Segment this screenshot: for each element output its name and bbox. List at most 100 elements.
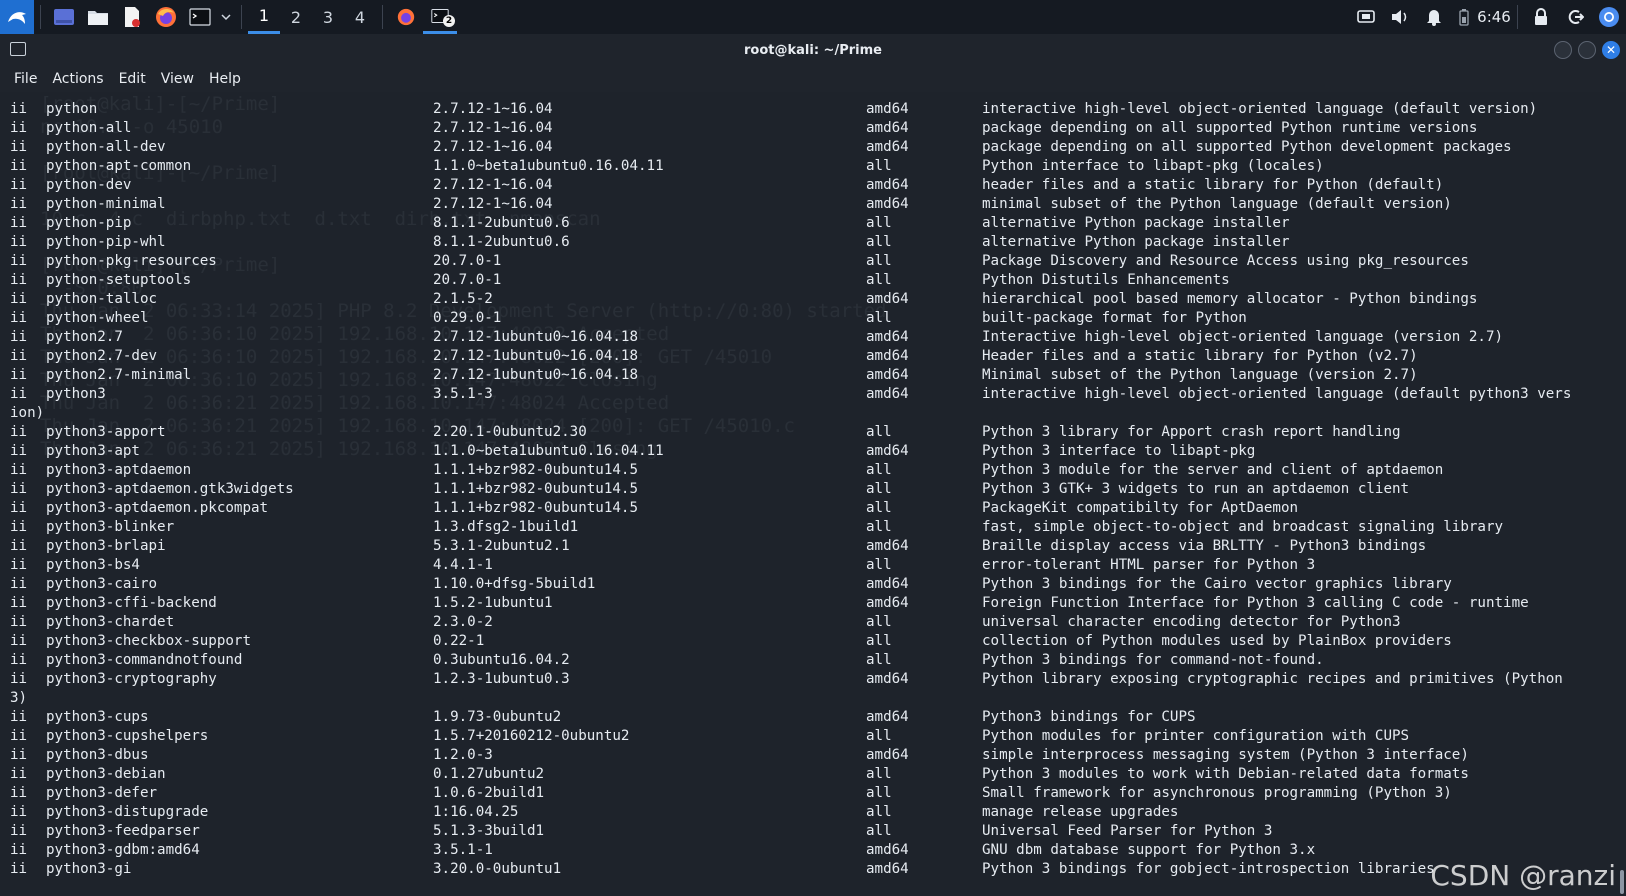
package-version: 1:16.04.25 bbox=[433, 804, 519, 820]
minimize-button[interactable] bbox=[1554, 41, 1572, 59]
package-name: python3-debian bbox=[46, 766, 166, 782]
package-arch: amd64 bbox=[866, 386, 909, 402]
package-arch: all bbox=[866, 652, 892, 668]
table-row: ii python3-cairo 1.10.0+dfsg-5build1 amd64 P… bbox=[0, 575, 1626, 594]
package-status: ii bbox=[10, 671, 28, 687]
package-description: Braille display access via BRLTTY - Pyth… bbox=[982, 538, 1427, 554]
package-status: ii bbox=[10, 310, 28, 326]
table-row: ii python3-bs4 4.4.1-1 all error-tolerant HT… bbox=[0, 556, 1626, 575]
package-status: ii bbox=[10, 215, 28, 231]
clock[interactable]: 6:46 bbox=[1477, 0, 1511, 34]
workspace-2[interactable]: 2 bbox=[280, 0, 312, 34]
package-description: minimal subset of the Python language (d… bbox=[982, 196, 1452, 212]
terminal-window-button[interactable]: 2 bbox=[423, 0, 457, 34]
window-count-badge: 2 bbox=[443, 15, 455, 27]
firefox-icon[interactable] bbox=[149, 0, 183, 34]
package-arch: all bbox=[866, 424, 892, 440]
watermark: CSDN @ranzi bbox=[1430, 859, 1616, 892]
package-arch: all bbox=[866, 310, 892, 326]
package-arch: all bbox=[866, 823, 892, 839]
package-arch: all bbox=[866, 158, 892, 174]
package-status: ii bbox=[10, 519, 28, 535]
terminal-output[interactable]: [root@kali]-[~/Prime] nc 10.c -o 45010 [ro… bbox=[0, 92, 1626, 896]
package-version: 3.5.1-1 bbox=[433, 842, 493, 858]
package-description-wrap: ion) bbox=[10, 405, 45, 421]
package-name: python-setuptools bbox=[46, 272, 192, 288]
table-row: ii python3-aptdaemon.gtk3widgets 1.1.1+bzr… bbox=[0, 480, 1626, 499]
package-description: Python 3 GTK+ 3 widgets to run an aptdae… bbox=[982, 481, 1410, 497]
browser-icon[interactable] bbox=[1592, 0, 1626, 34]
workspace-3[interactable]: 3 bbox=[312, 0, 344, 34]
package-name: python-talloc bbox=[46, 291, 158, 307]
workspace-4[interactable]: 4 bbox=[344, 0, 376, 34]
package-description: error-tolerant HTML parser for Python 3 bbox=[982, 557, 1316, 573]
package-status: ii bbox=[10, 386, 28, 402]
package-status: ii bbox=[10, 158, 28, 174]
package-description: Python modules for printer configuration… bbox=[982, 728, 1410, 744]
workspace-1[interactable]: 1 bbox=[248, 0, 280, 34]
file-manager-icon[interactable] bbox=[81, 0, 115, 34]
lock-icon[interactable] bbox=[1524, 0, 1558, 34]
package-version: 1.5.2-1ubuntu1 bbox=[433, 595, 553, 611]
taskbar-separator bbox=[1517, 5, 1518, 29]
package-description: alternative Python package installer bbox=[982, 215, 1290, 231]
desktop-icon[interactable] bbox=[47, 0, 81, 34]
menu-file[interactable]: File bbox=[14, 71, 37, 87]
display-icon[interactable] bbox=[1349, 0, 1383, 34]
package-name: python-all-dev bbox=[46, 139, 166, 155]
package-arch: all bbox=[866, 557, 892, 573]
window-titlebar[interactable]: root@kali: ~/Prime ✕ bbox=[0, 34, 1626, 66]
menu-view[interactable]: View bbox=[161, 71, 194, 87]
maximize-button[interactable] bbox=[1578, 41, 1596, 59]
package-arch: all bbox=[866, 272, 892, 288]
package-arch: amd64 bbox=[866, 861, 909, 877]
package-version: 2.20.1-0ubuntu2.30 bbox=[433, 424, 587, 440]
scrollbar[interactable] bbox=[1620, 94, 1624, 894]
package-arch: amd64 bbox=[866, 576, 909, 592]
battery-icon[interactable] bbox=[1451, 0, 1477, 34]
volume-icon[interactable] bbox=[1383, 0, 1417, 34]
menu-help[interactable]: Help bbox=[209, 71, 241, 87]
package-status: ii bbox=[10, 481, 28, 497]
notification-bell-icon[interactable] bbox=[1417, 0, 1451, 34]
package-status: ii bbox=[10, 272, 28, 288]
package-version: 2.7.12-1~16.04 bbox=[433, 196, 553, 212]
firefox-window-button[interactable] bbox=[389, 0, 423, 34]
package-version: 5.1.3-3build1 bbox=[433, 823, 545, 839]
terminal-icon bbox=[10, 42, 26, 56]
scrollbar-thumb[interactable] bbox=[1620, 870, 1624, 894]
menu-edit[interactable]: Edit bbox=[119, 71, 146, 87]
package-name: python3-aptdaemon bbox=[46, 462, 192, 478]
package-description: Python Distutils Enhancements bbox=[982, 272, 1230, 288]
table-row: ii python3-dbus 1.2.0-3 amd64 simple interpr… bbox=[0, 746, 1626, 765]
firefox-icon bbox=[397, 8, 415, 26]
table-row: ii python3-brlapi 5.3.1-2ubuntu2.1 amd64 Bra… bbox=[0, 537, 1626, 556]
package-name: python3-apport bbox=[46, 424, 166, 440]
package-name: python3-cairo bbox=[46, 576, 158, 592]
text-editor-icon[interactable] bbox=[115, 0, 149, 34]
package-description: Python 3 modules to work with Debian-rel… bbox=[982, 766, 1469, 782]
kali-menu-icon[interactable] bbox=[0, 0, 34, 34]
terminal-icon[interactable] bbox=[183, 0, 217, 34]
package-status: ii bbox=[10, 177, 28, 193]
package-status: ii bbox=[10, 785, 28, 801]
logout-icon[interactable] bbox=[1558, 0, 1592, 34]
package-name: python3-blinker bbox=[46, 519, 175, 535]
package-description: Header files and a static library for Py… bbox=[982, 348, 1418, 364]
package-status: ii bbox=[10, 329, 28, 345]
package-name: python3-feedparser bbox=[46, 823, 200, 839]
package-arch: amd64 bbox=[866, 747, 909, 763]
chevron-down-icon[interactable] bbox=[217, 0, 235, 34]
menu-actions[interactable]: Actions bbox=[52, 71, 103, 87]
package-name: python3-cupshelpers bbox=[46, 728, 209, 744]
package-name: python-pkg-resources bbox=[46, 253, 217, 269]
package-arch: all bbox=[866, 633, 892, 649]
package-description: Python interface to libapt-pkg (locales) bbox=[982, 158, 1324, 174]
package-name: python3-checkbox-support bbox=[46, 633, 251, 649]
package-description: fast, simple object-to-object and broadc… bbox=[982, 519, 1504, 535]
package-version: 2.7.12-1~16.04 bbox=[433, 177, 553, 193]
package-name: python3-brlapi bbox=[46, 538, 166, 554]
close-button[interactable]: ✕ bbox=[1602, 41, 1620, 59]
table-row: ii python3-gi 3.20.0-0ubuntu1 amd64 Python 3… bbox=[0, 860, 1626, 879]
taskbar-separator bbox=[382, 5, 383, 29]
